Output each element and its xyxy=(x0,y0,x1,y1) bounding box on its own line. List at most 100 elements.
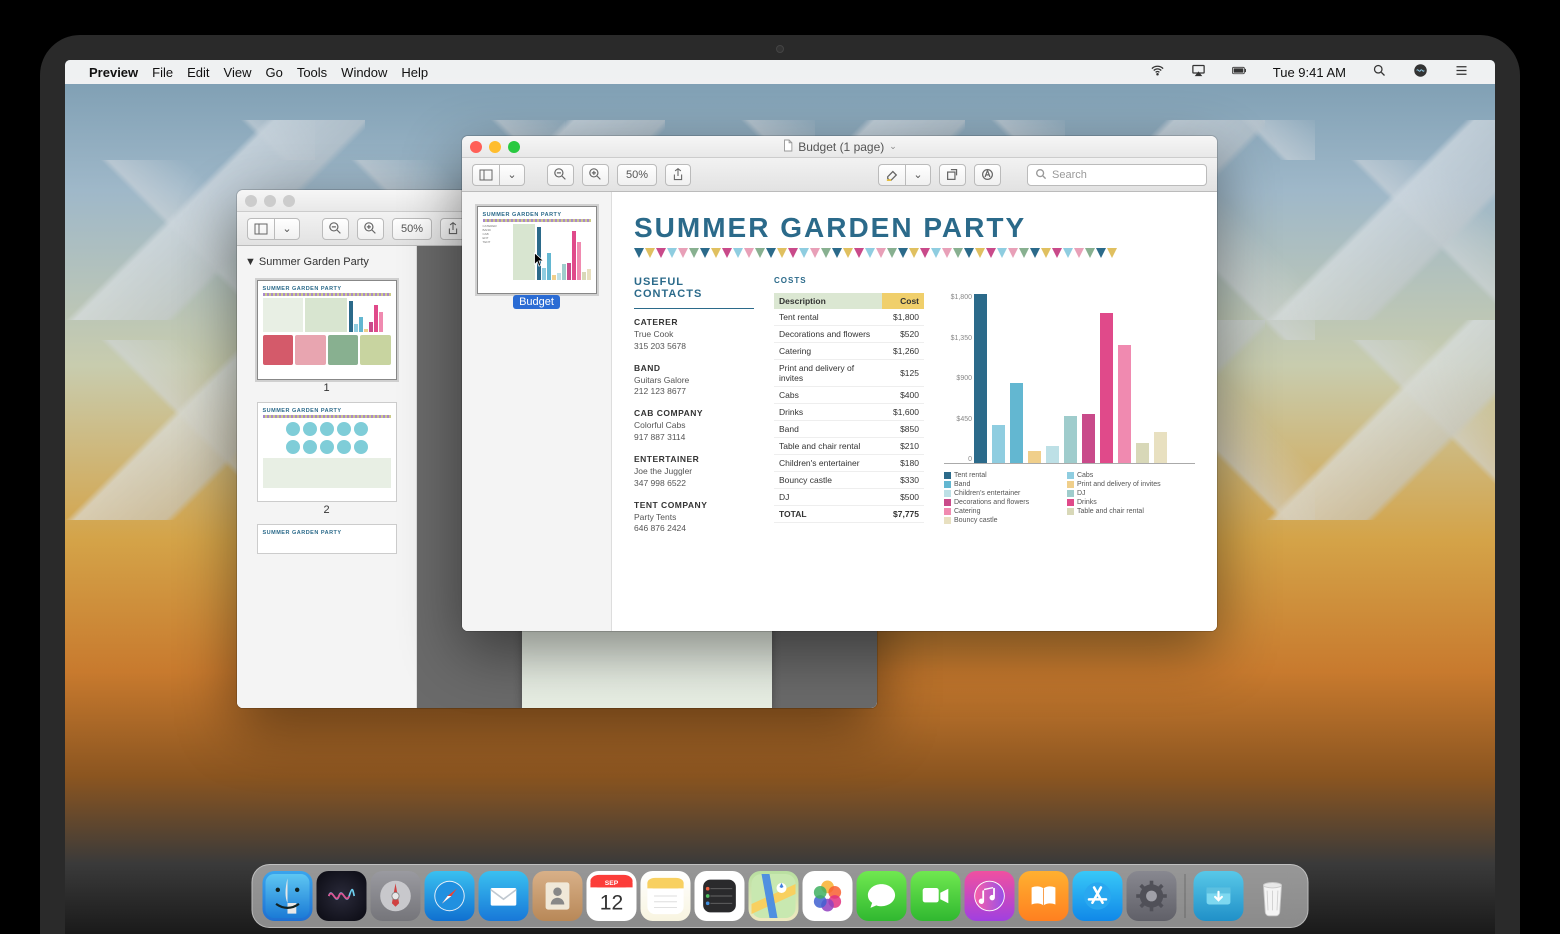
legend-item: Bouncy castle xyxy=(944,517,1057,524)
thumbnail-sidebar: SUMMER GARDEN PARTY CATERERBANDCABENTTEN… xyxy=(462,192,612,631)
traffic-lights[interactable] xyxy=(245,195,295,207)
legend-item: Children's entertainer xyxy=(944,490,1057,497)
app-menu[interactable]: Preview xyxy=(89,65,138,80)
share-button[interactable] xyxy=(665,164,691,186)
menu-edit[interactable]: Edit xyxy=(187,65,209,80)
dock: SEP12 xyxy=(252,864,1309,928)
zoom-out-button[interactable] xyxy=(322,218,349,240)
battery-icon[interactable] xyxy=(1232,63,1247,81)
page-title: SUMMER GARDEN PARTY xyxy=(634,212,1195,244)
table-row: Print and delivery of invites$125 xyxy=(774,360,924,387)
sidebar-doc-title[interactable]: ▼ Summer Garden Party xyxy=(243,252,410,272)
chart-bar xyxy=(1082,414,1095,463)
thumbnail-sidebar: ▼ Summer Garden Party SUMMER GARDEN PART… xyxy=(237,246,417,708)
dock-contacts[interactable] xyxy=(533,871,583,921)
markup-button[interactable] xyxy=(974,164,1001,186)
legend-item: Print and delivery of invites xyxy=(1067,481,1180,488)
menu-help[interactable]: Help xyxy=(401,65,428,80)
dock-mail[interactable] xyxy=(479,871,529,921)
page-thumbnail-budget[interactable]: SUMMER GARDEN PARTY CATERERBANDCABENTTEN… xyxy=(477,206,597,294)
menu-go[interactable]: Go xyxy=(265,65,282,80)
legend-item: DJ xyxy=(1067,490,1180,497)
cost-bar-chart: $1,800$1,350$900$4500 xyxy=(944,294,1195,464)
dock-calendar[interactable]: SEP12 xyxy=(587,871,637,921)
contact-block: ENTERTAINERJoe the Juggler347 998 6522 xyxy=(634,454,754,490)
legend-item: Decorations and flowers xyxy=(944,499,1057,506)
dock-messages[interactable] xyxy=(857,871,907,921)
clock[interactable]: Tue 9:41 AM xyxy=(1273,65,1346,80)
dock-downloads[interactable] xyxy=(1194,871,1244,921)
page-number-1: 1 xyxy=(243,382,410,394)
page-thumbnail-1[interactable]: SUMMER GARDEN PARTY xyxy=(257,280,397,380)
sidebar-view-button[interactable]: ⌄ xyxy=(472,164,525,186)
chart-bar xyxy=(1028,451,1041,463)
dock-photos[interactable] xyxy=(803,871,853,921)
dock-trash[interactable] xyxy=(1248,871,1298,921)
table-row: DJ$500 xyxy=(774,489,924,506)
wifi-icon[interactable] xyxy=(1150,63,1165,81)
chart-bar xyxy=(1064,416,1077,463)
highlight-button[interactable]: ⌄ xyxy=(878,164,931,186)
traffic-lights[interactable] xyxy=(470,141,520,153)
window-budget[interactable]: Budget (1 page) ⌄ ⌄ 50% ⌄ Search SUMMER … xyxy=(462,136,1217,631)
costs-header: COSTS xyxy=(774,276,924,285)
chart-bar xyxy=(1010,383,1023,463)
table-row: Tent rental$1,800 xyxy=(774,309,924,326)
dock-facetime[interactable] xyxy=(911,871,961,921)
dock-ibooks[interactable] xyxy=(1019,871,1069,921)
cursor-icon xyxy=(533,252,545,268)
dock-launchpad[interactable] xyxy=(371,871,421,921)
menu-view[interactable]: View xyxy=(224,65,252,80)
zoom-in-button[interactable] xyxy=(582,164,609,186)
table-row: Band$850 xyxy=(774,421,924,438)
dropdown-chevron-icon[interactable]: ⌄ xyxy=(889,141,897,152)
contact-block: CATERERTrue Cook315 203 5678 xyxy=(634,317,754,353)
spotlight-icon[interactable] xyxy=(1372,63,1387,81)
dock-safari[interactable] xyxy=(425,871,475,921)
dock-maps[interactable] xyxy=(749,871,799,921)
zoom-level[interactable]: 50% xyxy=(617,164,657,186)
sidebar-view-button[interactable]: ⌄ xyxy=(247,218,300,240)
airplay-icon[interactable] xyxy=(1191,63,1206,81)
col-description: Description xyxy=(774,293,882,309)
legend-item: Drinks xyxy=(1067,499,1180,506)
dock-preferences[interactable] xyxy=(1127,871,1177,921)
page-thumbnail-2[interactable]: SUMMER GARDEN PARTY xyxy=(257,402,397,502)
menu-file[interactable]: File xyxy=(152,65,173,80)
page-number-2: 2 xyxy=(243,504,410,516)
table-row: Cabs$400 xyxy=(774,387,924,404)
window-title[interactable]: Budget (1 page) xyxy=(798,140,884,154)
zoom-in-button[interactable] xyxy=(357,218,384,240)
menu-tools[interactable]: Tools xyxy=(297,65,327,80)
zoom-out-button[interactable] xyxy=(547,164,574,186)
search-input[interactable]: Search xyxy=(1027,164,1207,186)
table-row: Bouncy castle$330 xyxy=(774,472,924,489)
zoom-level[interactable]: 50% xyxy=(392,218,432,240)
chart-bar xyxy=(1118,345,1131,463)
contact-block: TENT COMPANYParty Tents646 876 2424 xyxy=(634,500,754,536)
dock-notes[interactable] xyxy=(641,871,691,921)
dock-itunes[interactable] xyxy=(965,871,1015,921)
menu-window[interactable]: Window xyxy=(341,65,387,80)
rotate-button[interactable] xyxy=(939,164,966,186)
total-value: $7,775 xyxy=(882,506,924,523)
dock-appstore[interactable] xyxy=(1073,871,1123,921)
page-thumbnail-3[interactable]: SUMMER GARDEN PARTY xyxy=(257,524,397,554)
legend-item: Tent rental xyxy=(944,472,1057,479)
chart-bar xyxy=(974,294,987,463)
table-row: Children's entertainer$180 xyxy=(774,455,924,472)
dock-reminders[interactable] xyxy=(695,871,745,921)
contact-block: BANDGuitars Galore212 123 8677 xyxy=(634,363,754,399)
contacts-header: USEFUL CONTACTS xyxy=(634,276,754,300)
disclosure-triangle-icon[interactable]: ▼ xyxy=(245,256,256,268)
svg-text:12: 12 xyxy=(600,891,623,914)
document-page[interactable]: SUMMER GARDEN PARTY USEFUL CONTACTS CATE… xyxy=(612,192,1217,631)
chart-bar xyxy=(992,425,1005,463)
notification-center-icon[interactable] xyxy=(1454,63,1469,81)
legend-item: Band xyxy=(944,481,1057,488)
menubar: Preview File Edit View Go Tools Window H… xyxy=(65,60,1495,84)
siri-icon[interactable] xyxy=(1413,63,1428,81)
bunting-decoration xyxy=(634,248,1195,262)
dock-siri[interactable] xyxy=(317,871,367,921)
dock-finder[interactable] xyxy=(263,871,313,921)
